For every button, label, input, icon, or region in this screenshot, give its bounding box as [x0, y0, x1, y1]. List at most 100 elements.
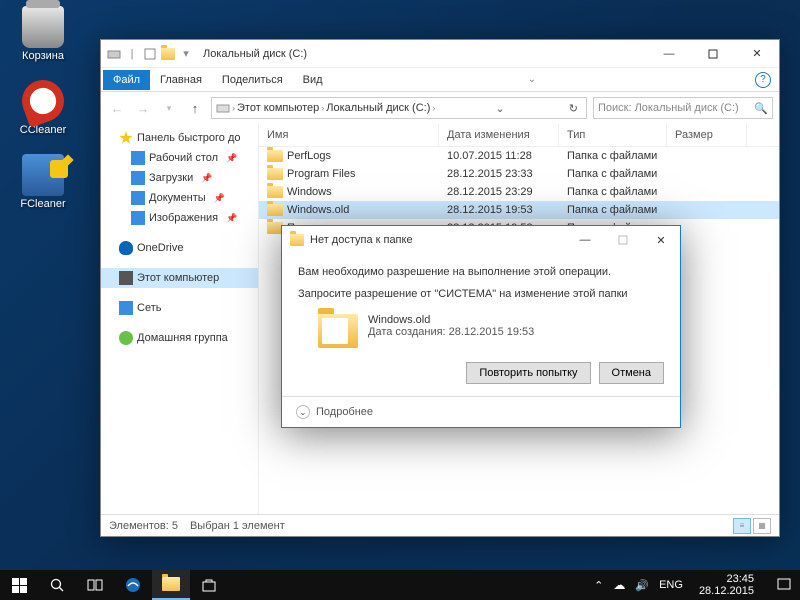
- folder-icon: [267, 168, 283, 180]
- recycle-bin-icon: [22, 6, 64, 48]
- help-button[interactable]: ?: [755, 72, 771, 88]
- onedrive-icon: [119, 241, 133, 255]
- fcleaner-icon: [22, 154, 64, 196]
- table-row[interactable]: Windows28.12.2015 23:29Папка с файлами: [259, 183, 779, 201]
- file-date: 28.12.2015 23:33: [439, 165, 559, 183]
- search-placeholder: Поиск: Локальный диск (C:): [598, 102, 739, 114]
- file-date: 28.12.2015 23:29: [439, 183, 559, 201]
- file-type: Папка с файлами: [559, 183, 667, 201]
- column-size[interactable]: Размер: [667, 124, 747, 146]
- minimize-button[interactable]: —: [647, 40, 691, 68]
- tab-share[interactable]: Поделиться: [212, 70, 293, 90]
- tree-images[interactable]: Изображения📌: [101, 208, 258, 228]
- breadcrumb-separator-icon[interactable]: ›: [232, 103, 235, 113]
- taskbar: ⌃ ☁ 🔊 ENG 23:45 28.12.2015: [0, 570, 800, 600]
- dialog-maximize-button[interactable]: [604, 228, 642, 252]
- nav-forward-button[interactable]: →: [133, 98, 153, 118]
- tree-onedrive[interactable]: OneDrive: [101, 238, 258, 258]
- file-date: 10.07.2015 11:28: [439, 147, 559, 165]
- tab-home[interactable]: Главная: [150, 70, 212, 90]
- dialog-titlebar[interactable]: Нет доступа к папке — ✕: [282, 226, 680, 254]
- breadcrumb-pc[interactable]: Этот компьютер: [237, 102, 319, 114]
- refresh-button[interactable]: ↻: [565, 102, 582, 115]
- tree-network[interactable]: Сеть: [101, 298, 258, 318]
- address-bar[interactable]: › Этот компьютер › Локальный диск (C:) ›…: [211, 97, 587, 119]
- desktop-icon-ccleaner[interactable]: CCleaner: [8, 80, 78, 136]
- pin-icon: 📌: [201, 173, 212, 184]
- tray-onedrive-icon[interactable]: ☁: [613, 578, 625, 592]
- table-row[interactable]: PerfLogs10.07.2015 11:28Папка с файлами: [259, 147, 779, 165]
- file-type: Папка с файлами: [559, 201, 667, 219]
- dialog-title: Нет доступа к папке: [310, 234, 413, 246]
- search-input[interactable]: Поиск: Локальный диск (C:) 🔍: [593, 97, 773, 119]
- cancel-button[interactable]: Отмена: [599, 362, 664, 384]
- navigation-bar: ← → ▾ ↑ › Этот компьютер › Локальный дис…: [101, 92, 779, 124]
- qat-dropdown-icon[interactable]: ▾: [179, 47, 193, 61]
- maximize-button[interactable]: [691, 40, 735, 68]
- breadcrumb-drive[interactable]: Локальный диск (C:): [326, 102, 430, 114]
- desktop-icon-fcleaner[interactable]: FCleaner: [8, 154, 78, 210]
- table-row[interactable]: Program Files28.12.2015 23:33Папка с фай…: [259, 165, 779, 183]
- navigation-tree[interactable]: Панель быстрого до Рабочий стол📌 Загрузк…: [101, 124, 259, 514]
- qat-properties-icon[interactable]: [143, 47, 157, 61]
- network-icon: [119, 301, 133, 315]
- file-date: 28.12.2015 19:53: [439, 201, 559, 219]
- table-row[interactable]: Windows.old 28.12.2015 19:53Папка с файла…: [259, 201, 779, 219]
- dialog-more-toggle[interactable]: ⌄ Подробнее: [282, 396, 680, 427]
- nav-back-button[interactable]: ←: [107, 98, 127, 118]
- dialog-close-button[interactable]: ✕: [642, 228, 680, 252]
- tray-expand-icon[interactable]: ⌃: [594, 579, 603, 592]
- column-date[interactable]: Дата изменения: [439, 124, 559, 146]
- file-name: Windows.old: [287, 204, 349, 216]
- taskbar-store[interactable]: [190, 570, 228, 600]
- tree-homegroup[interactable]: Домашняя группа: [101, 328, 258, 348]
- titlebar[interactable]: | ▾ Локальный диск (C:) — ✕: [101, 40, 779, 68]
- folder-icon: [267, 150, 283, 162]
- desktop-icon-recycle-bin[interactable]: Корзина: [8, 6, 78, 62]
- breadcrumb-separator-icon[interactable]: ›: [321, 103, 324, 113]
- nav-history-dropdown[interactable]: ▾: [159, 98, 179, 118]
- retry-button[interactable]: Повторить попытку: [466, 362, 590, 384]
- start-button[interactable]: [0, 570, 38, 600]
- taskbar-edge[interactable]: [114, 570, 152, 600]
- column-type[interactable]: Тип: [559, 124, 667, 146]
- search-button[interactable]: [38, 570, 76, 600]
- tree-quick-access[interactable]: Панель быстрого до: [101, 128, 258, 148]
- tray-notifications-button[interactable]: [770, 570, 798, 600]
- icon-label: Корзина: [22, 50, 64, 62]
- file-name: Program Files: [287, 168, 355, 180]
- dialog-minimize-button[interactable]: —: [566, 228, 604, 252]
- ccleaner-icon: [16, 74, 70, 128]
- view-details-button[interactable]: ≡: [733, 518, 751, 534]
- tray-language[interactable]: ENG: [659, 579, 683, 591]
- folder-icon: [267, 204, 283, 216]
- tree-desktop[interactable]: Рабочий стол📌: [101, 148, 258, 168]
- tree-downloads[interactable]: Загрузки📌: [101, 168, 258, 188]
- breadcrumb-separator-icon[interactable]: ›: [432, 103, 435, 113]
- tab-file[interactable]: Файл: [103, 70, 150, 90]
- address-dropdown-icon[interactable]: ⌄: [491, 102, 508, 115]
- taskbar-explorer[interactable]: [152, 570, 190, 600]
- status-count: Элементов: 5: [109, 520, 178, 532]
- homegroup-icon: [119, 331, 133, 345]
- list-header[interactable]: Имя Дата изменения Тип Размер: [259, 124, 779, 147]
- nav-up-button[interactable]: ↑: [185, 98, 205, 118]
- tray-volume-icon[interactable]: 🔊: [635, 579, 649, 592]
- tree-this-pc[interactable]: Этот компьютер: [101, 268, 258, 288]
- tray-time: 23:45: [699, 573, 754, 585]
- tray-clock[interactable]: 23:45 28.12.2015: [693, 573, 760, 597]
- tab-view[interactable]: Вид: [293, 70, 333, 90]
- task-view-button[interactable]: [76, 570, 114, 600]
- chevron-down-icon: ⌄: [296, 405, 310, 419]
- view-icons-button[interactable]: ▦: [753, 518, 771, 534]
- file-type: Папка с файлами: [559, 147, 667, 165]
- desktop-icon: [131, 151, 145, 165]
- ribbon-expand-icon[interactable]: ⌄: [524, 72, 540, 88]
- column-name[interactable]: Имя: [259, 124, 439, 146]
- close-button[interactable]: ✕: [735, 40, 779, 68]
- access-denied-dialog: Нет доступа к папке — ✕ Вам необходимо р…: [281, 225, 681, 428]
- qat-newfolder-icon[interactable]: [161, 47, 175, 61]
- tree-documents[interactable]: Документы📌: [101, 188, 258, 208]
- window-title: Локальный диск (C:): [203, 48, 307, 60]
- downloads-icon: [131, 171, 145, 185]
